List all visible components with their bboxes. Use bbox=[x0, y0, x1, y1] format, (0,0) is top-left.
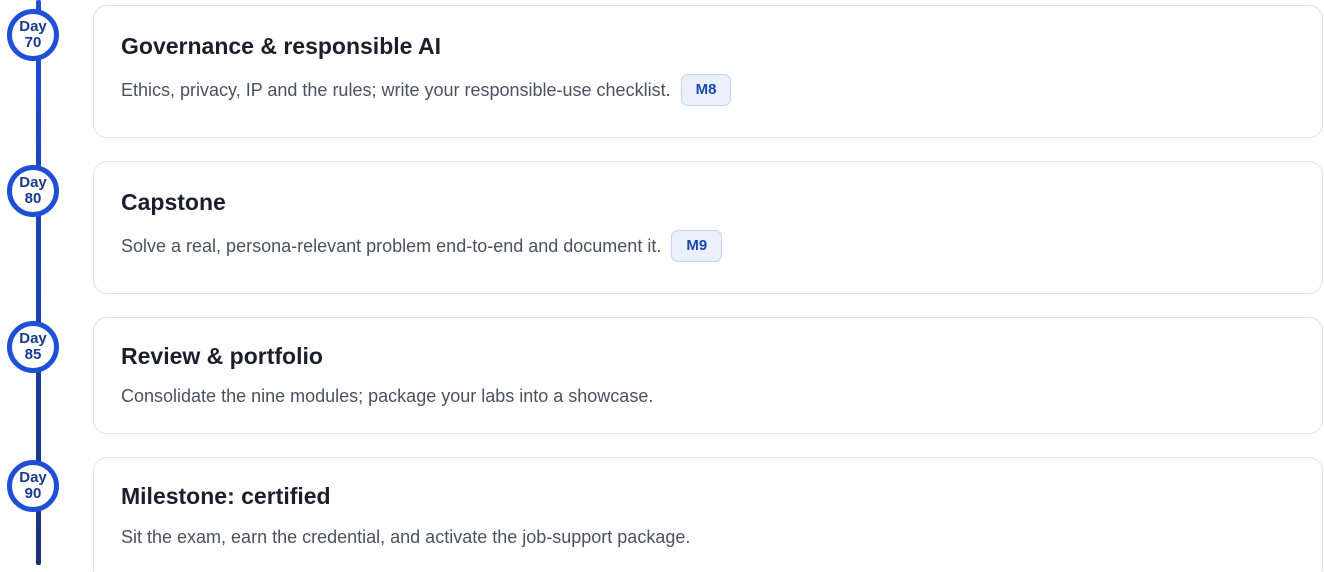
module-badge: M9 bbox=[671, 230, 723, 262]
day-label: Day bbox=[19, 330, 47, 347]
milestone-description: Consolidate the nine modules; package yo… bbox=[121, 386, 653, 407]
milestone-card: Capstone Solve a real, persona-relevant … bbox=[93, 161, 1323, 294]
milestone-description: Solve a real, persona-relevant problem e… bbox=[121, 230, 723, 262]
day-label: Day bbox=[19, 18, 47, 35]
day-label: Day bbox=[19, 174, 47, 191]
milestone-title: Review & portfolio bbox=[121, 343, 323, 369]
milestone-title: Capstone bbox=[121, 189, 226, 215]
milestone-description-text: Sit the exam, earn the credential, and a… bbox=[121, 527, 691, 547]
milestone-description-text: Solve a real, persona-relevant problem e… bbox=[121, 235, 662, 256]
day-marker: Day 80 bbox=[7, 165, 59, 217]
module-badge: M8 bbox=[680, 74, 732, 106]
day-number: 70 bbox=[24, 34, 42, 51]
milestone-title: Milestone: certified bbox=[121, 483, 331, 509]
milestone-card: Review & portfolio Consolidate the nine … bbox=[93, 317, 1323, 434]
milestone-description-text: Ethics, privacy, IP and the rules; write… bbox=[121, 79, 671, 100]
day-number: 85 bbox=[24, 346, 42, 363]
day-number: 80 bbox=[24, 190, 42, 207]
milestone-description-text: Consolidate the nine modules; package yo… bbox=[121, 386, 654, 406]
milestone-card: Governance & responsible AI Ethics, priv… bbox=[93, 5, 1323, 138]
milestone-description: Ethics, privacy, IP and the rules; write… bbox=[121, 74, 732, 106]
milestone-description: Sit the exam, earn the credential, and a… bbox=[121, 527, 690, 548]
milestone-card: Milestone: certified Sit the exam, earn … bbox=[93, 457, 1323, 572]
day-marker: Day 85 bbox=[7, 321, 59, 373]
day-marker: Day 70 bbox=[7, 9, 59, 61]
day-label: Day bbox=[19, 469, 47, 486]
day-number: 90 bbox=[24, 485, 42, 502]
milestone-title: Governance & responsible AI bbox=[121, 33, 441, 59]
timeline: Day 70 Governance & responsible AI Ethic… bbox=[0, 0, 1324, 572]
day-marker: Day 90 bbox=[7, 460, 59, 512]
